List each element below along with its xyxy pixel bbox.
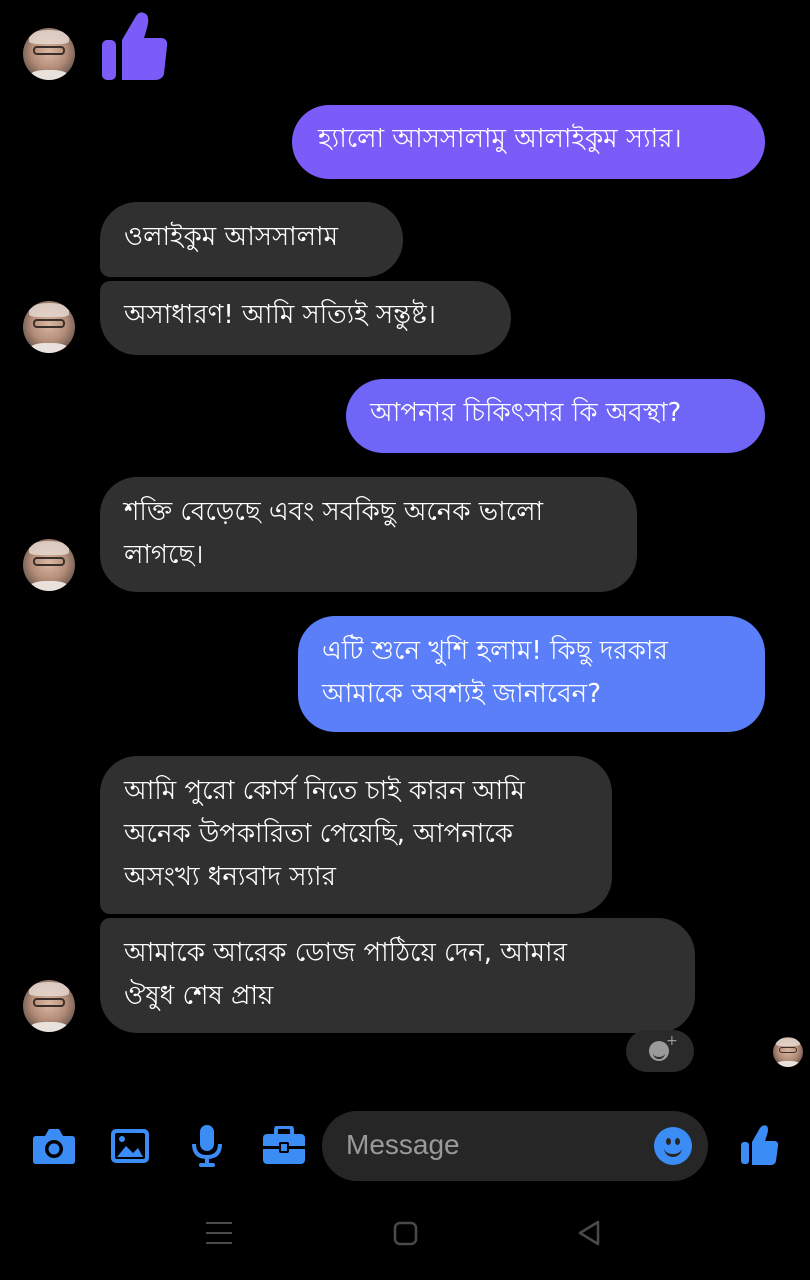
message-line: আমি পুরো কোর্স নিতে চাই কারন আমি (124, 776, 525, 806)
add-reaction-button[interactable]: + (626, 1030, 694, 1072)
emoji-icon[interactable] (654, 1127, 692, 1165)
home-nav-icon[interactable] (393, 1218, 419, 1258)
thumbs-up-icon[interactable] (740, 1124, 780, 1170)
seen-indicator-avatar (773, 1037, 803, 1067)
camera-icon[interactable] (32, 1126, 76, 1170)
message-bubble-incoming[interactable]: শক্তি বেড়েছে এবং সবকিছু অনেক ভালো লাগছে… (100, 477, 637, 592)
contact-avatar[interactable] (23, 539, 75, 591)
contact-avatar[interactable] (23, 301, 75, 353)
briefcase-icon[interactable] (262, 1125, 306, 1170)
message-bubble-incoming[interactable]: অসাধারণ! আমি সত্যিই সন্তুষ্ট। (100, 281, 511, 355)
message-line: শক্তি বেড়েছে এবং সবকিছু অনেক ভালো (124, 497, 544, 527)
microphone-icon[interactable] (191, 1124, 223, 1172)
message-line: আমাকে আরেক ডোজ পাঠিয়ে দেন, আমার (124, 938, 567, 968)
contact-avatar[interactable] (23, 28, 75, 80)
menu-nav-icon[interactable] (206, 1218, 232, 1258)
message-bubble-incoming[interactable]: আমাকে আরেক ডোজ পাঠিয়ে দেন, আমার ঔষুধ শে… (100, 918, 695, 1033)
message-line: অসংখ্য ধন্যবাদ স্যার (124, 862, 336, 892)
message-input[interactable]: Message (322, 1111, 708, 1181)
thumbs-up-sticker-icon (100, 10, 170, 86)
message-bubble-outgoing[interactable]: আপনার চিকিৎসার কি অবস্থা? (346, 379, 765, 453)
message-text: আপনার চিকিৎসার কি অবস্থা? (370, 398, 682, 428)
message-bubble-outgoing[interactable]: এটি শুনে খুশি হলাম! কিছু দরকার আমাকে অবশ… (298, 616, 765, 732)
message-text: অসাধারণ! আমি সত্যিই সন্তুষ্ট। (124, 300, 436, 330)
gallery-icon[interactable] (110, 1126, 150, 1170)
message-line: আমাকে অবশ্যই জানাবেন? (322, 679, 602, 709)
back-nav-icon[interactable] (576, 1218, 602, 1258)
message-text: ওলাইকুম আসসালাম (124, 222, 339, 252)
contact-avatar[interactable] (23, 980, 75, 1032)
message-bubble-outgoing[interactable]: হ্যালো আসসালামু আলাইকুম স্যার। (292, 105, 765, 179)
message-line: লাগছে। (124, 540, 204, 570)
message-text: হ্যালো আসসালামু আলাইকুম স্যার। (318, 124, 682, 154)
message-line: অনেক উপকারিতা পেয়েছি, আপনাকে (124, 819, 513, 849)
message-bubble-incoming[interactable]: আমি পুরো কোর্স নিতে চাই কারন আমি অনেক উপ… (100, 756, 612, 914)
message-bubble-incoming[interactable]: ওলাইকুম আসসালাম (100, 202, 403, 277)
message-line: ঔষুধ শেষ প্রায় (124, 981, 274, 1011)
message-placeholder: Message (346, 1129, 460, 1160)
message-line: এটি শুনে খুশি হলাম! কিছু দরকার (322, 636, 668, 666)
